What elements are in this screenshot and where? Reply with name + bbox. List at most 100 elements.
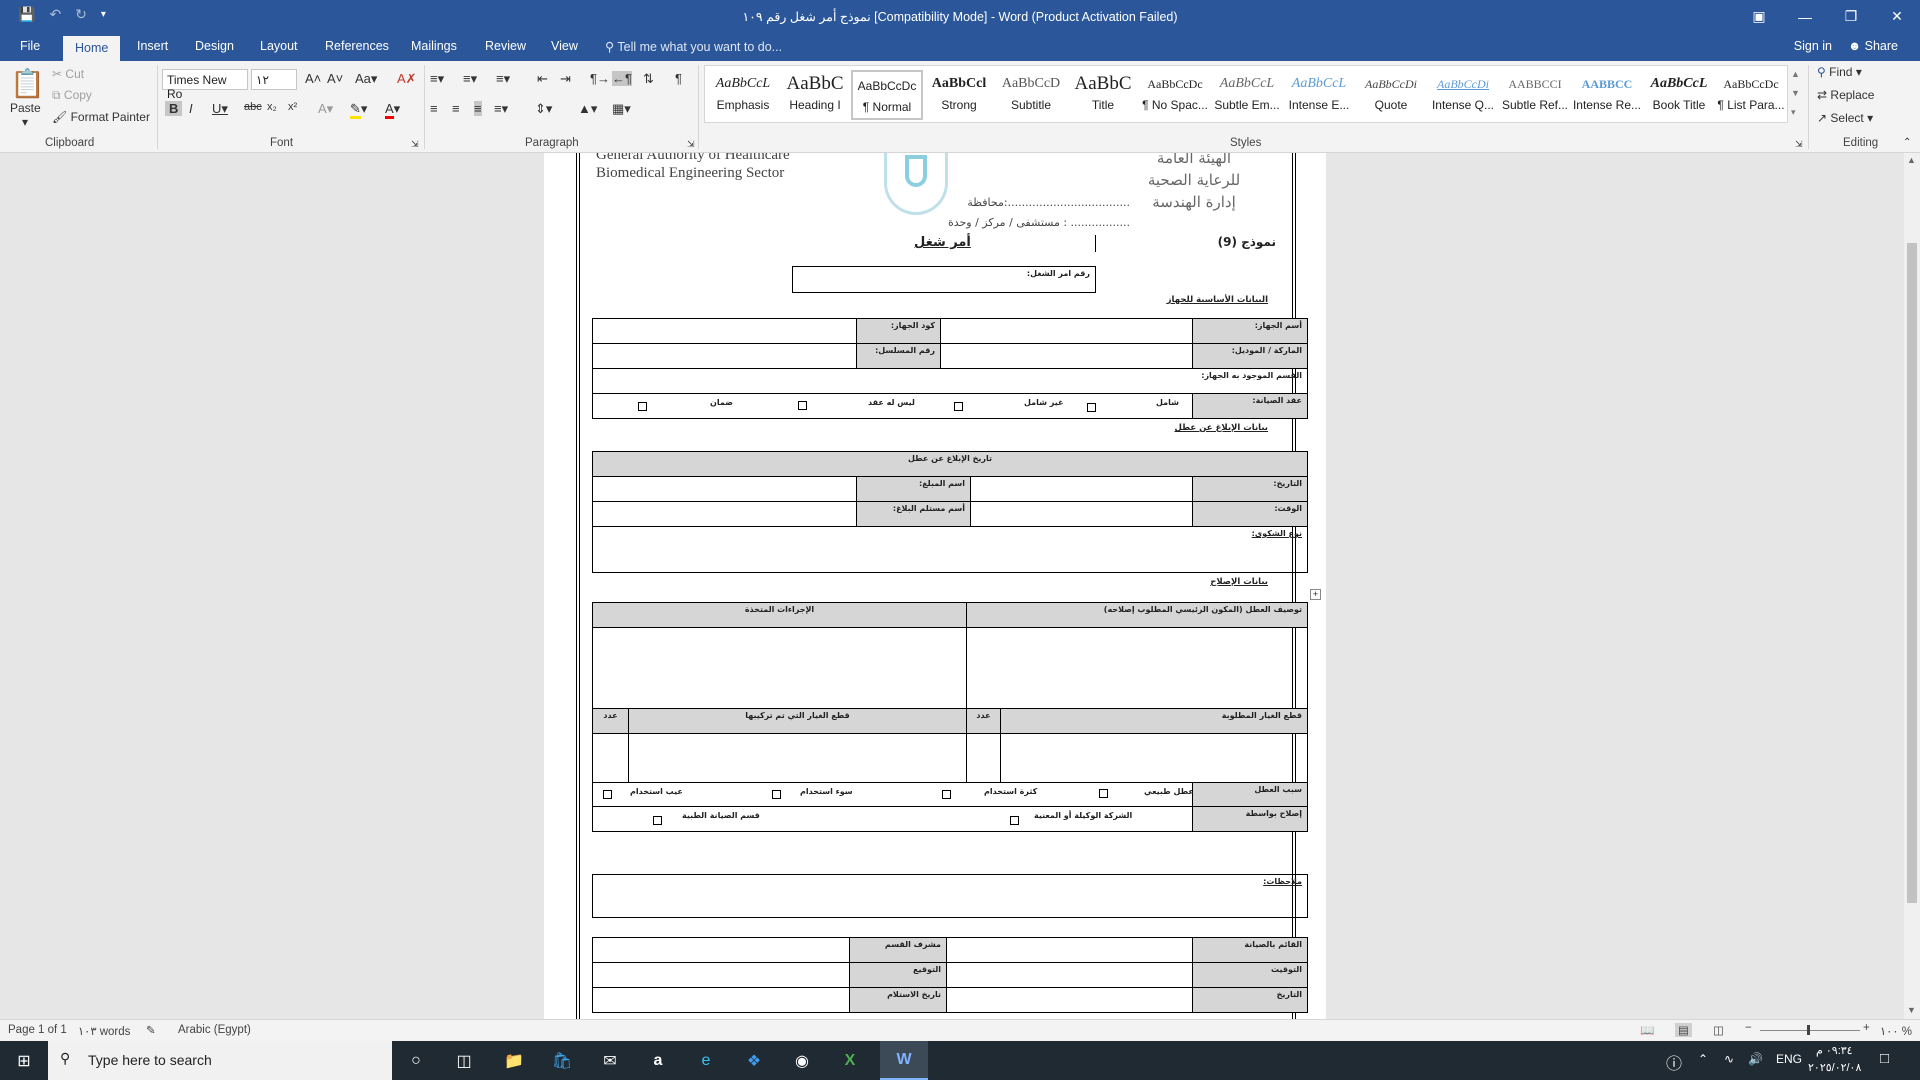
volume-icon[interactable]: 🔊 [1748,1052,1763,1066]
device-name-value[interactable] [940,318,1193,344]
app-icon[interactable]: ◉ [778,1041,826,1080]
work-order-number-cell[interactable]: رقم امر الشغل: [792,266,1096,293]
restore-button[interactable]: ❐ [1828,0,1874,33]
cause-misuse-checkbox[interactable] [772,790,781,799]
font-color-icon[interactable]: A▾ [385,101,400,119]
paste-button[interactable]: Paste [10,101,41,115]
cortana-icon[interactable]: ○ [392,1041,440,1080]
contract-full-checkbox[interactable] [1087,403,1096,412]
justify-icon[interactable]: ≡▾ [494,101,508,117]
maintenance-staff-value[interactable] [946,937,1193,963]
required-qty-value[interactable] [966,733,1001,783]
select-button[interactable]: ↗ Select ▾ [1817,111,1873,125]
zoom-level[interactable]: ١٠٠ % [1880,1024,1912,1038]
minimize-button[interactable]: — [1782,0,1828,33]
reporter-name-value[interactable] [592,476,857,502]
contract-partial-checkbox[interactable] [954,402,963,411]
align-left-icon[interactable]: ≡ [430,101,438,116]
word-count[interactable]: ١٠٣ words [78,1024,130,1038]
styles-scroll-icon[interactable]: ▲ ▼ ▾ [1791,65,1800,122]
timing-value[interactable] [946,962,1193,988]
print-layout-icon[interactable]: ▤ [1675,1023,1692,1037]
windows-start-icon[interactable]: ⊞ [0,1041,48,1080]
subscript-icon[interactable]: x₂ [267,101,277,113]
zoom-slider[interactable] [1760,1030,1860,1031]
increase-indent-icon[interactable]: ⇥ [560,71,571,87]
tab-insert[interactable]: Insert [137,39,168,53]
department-cell[interactable]: القسم الموجود به الجهاز: [592,368,1308,394]
page-count[interactable]: Page 1 of 1 [8,1024,67,1036]
sort-icon[interactable]: ⇅ [643,71,654,87]
share-button[interactable]: ☻ Share [1848,39,1898,53]
date2-value[interactable] [946,987,1193,1013]
shading-icon[interactable]: ▲▾ [578,101,597,117]
cause-defect-checkbox[interactable] [603,790,612,799]
find-button[interactable]: ⚲ Find ▾ [1817,65,1862,79]
borders-icon[interactable]: ▦▾ [612,101,631,117]
zoom-out-icon[interactable]: − [1745,1022,1752,1034]
proofing-icon[interactable]: ✎ [146,1023,156,1037]
style-intense-reference[interactable]: AABBCC Intense Re... [1571,70,1643,120]
device-code-value[interactable] [592,318,857,344]
task-view-icon[interactable]: ◫ [440,1041,488,1080]
actions-taken-value[interactable] [592,627,967,709]
clear-formatting-icon[interactable]: A✗ [397,71,417,87]
fault-description-value[interactable] [966,627,1308,709]
input-language[interactable]: ENG [1776,1052,1802,1066]
notes-cell[interactable]: ملاحظات: [592,874,1308,918]
style-title[interactable]: AaBbC Title [1067,70,1139,120]
file-explorer-icon[interactable]: 📁 [490,1041,538,1080]
style-list-paragraph[interactable]: AaBbCcDc ¶ List Para... [1715,70,1787,120]
style-book-title[interactable]: AaBbCcL Book Title [1643,70,1715,120]
cause-natural-checkbox[interactable] [1099,789,1108,798]
change-case-icon[interactable]: Aa▾ [355,71,377,87]
receipt-date-value[interactable] [592,987,850,1013]
style-heading-1[interactable]: AaBbC Heading I [779,70,851,120]
scroll-up-icon[interactable]: ▲ [1907,155,1916,165]
clock-date[interactable]: ٢٠٢٥/٠٢/٠٨ [1808,1061,1861,1074]
complaint-type-cell[interactable]: نوع الشكوى: [592,526,1308,573]
highlight-icon[interactable]: ✎▾ [350,101,367,119]
read-mode-icon[interactable]: 📖 [1640,1023,1654,1037]
sign-in-link[interactable]: Sign in [1794,39,1832,53]
taskbar-search[interactable]: ⚲ Type here to search [48,1041,392,1080]
rtl-direction-icon[interactable]: ←¶ [612,71,632,86]
required-parts-value[interactable] [1000,733,1308,783]
close-button[interactable]: ✕ [1874,0,1920,33]
contract-none-checkbox[interactable] [798,401,807,410]
style-quote[interactable]: AaBbCcDi Quote [1355,70,1427,120]
repaired-by-agent-checkbox[interactable] [1010,816,1019,825]
tab-layout[interactable]: Layout [260,39,298,53]
underline-icon[interactable]: U▾ [212,101,228,117]
multilevel-list-icon[interactable]: ≡▾ [496,71,510,87]
tab-home[interactable]: Home [63,36,121,61]
clock-time[interactable]: ٠٩:٣٤ م [1816,1044,1853,1057]
bold-icon[interactable]: B [165,101,183,116]
signature-value[interactable] [592,962,850,988]
shrink-font-icon[interactable]: A˅ [327,71,343,86]
cut-button[interactable]: ✂ Cut [52,67,84,81]
tray-chevron-icon[interactable]: ⌃ [1698,1052,1708,1066]
style-subtitle[interactable]: AaBbCcD Subtitle [995,70,1067,120]
strikethrough-icon[interactable]: abc [244,101,262,113]
edge-icon[interactable]: e [682,1041,730,1080]
text-effects-icon[interactable]: A▾ [318,101,333,117]
style-subtle-emphasis[interactable]: AaBbCcL Subtle Em... [1211,70,1283,120]
cause-overuse-checkbox[interactable] [942,790,951,799]
zoom-in-icon[interactable]: + [1863,1022,1870,1034]
styles-dialog-launcher-icon[interactable]: ⇲ [1795,139,1803,150]
grow-font-icon[interactable]: A˄ [305,71,321,86]
notifications-icon[interactable]: □ [1880,1050,1889,1067]
font-size-box[interactable]: ١٢ [251,69,297,90]
vertical-scrollbar[interactable]: ▲ ▼ [1904,153,1920,1019]
zoom-slider-thumb[interactable] [1807,1025,1810,1035]
align-right-icon[interactable]: ≡ [474,101,482,116]
web-layout-icon[interactable]: ◫ [1713,1023,1724,1037]
tab-mailings[interactable]: Mailings [411,39,457,53]
date-value[interactable] [970,476,1193,502]
style-subtle-reference[interactable]: AABBCCI Subtle Ref... [1499,70,1571,120]
style-intense-quote[interactable]: AaBbCcDi Intense Q... [1427,70,1499,120]
tab-review[interactable]: Review [485,39,526,53]
contract-warranty-checkbox[interactable] [638,402,647,411]
ltr-direction-icon[interactable]: ¶→ [590,71,610,86]
